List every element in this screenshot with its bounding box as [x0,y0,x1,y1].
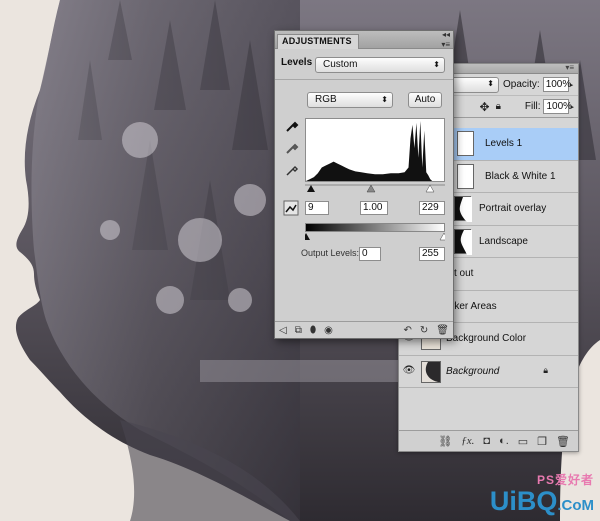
input-black-level[interactable]: 9 [305,201,329,215]
select-arrow-icon: ⬍ [381,95,388,104]
adjustments-panel: ADJUSTMENTS ◂◂ ▾≡ Levels Custom ⬍ RGB ⬍ … [274,30,454,339]
white-point-handle [425,184,435,193]
layer-mask-thumbnail[interactable] [457,131,474,156]
watermark-logo: UiBQ.CoM [490,488,594,519]
eyedropper-white-icon[interactable] [285,163,299,177]
collapse-icon[interactable]: ◂◂ [442,30,450,39]
adjustment-icon[interactable]: ◐. [499,435,509,447]
watermark-suffix: .CoM [557,497,594,514]
clip-to-layer-icon[interactable]: ⧉ [295,325,302,336]
layer-name: rker Areas [451,300,497,312]
on-image-adjust-icon[interactable] [283,200,299,216]
lock-icon: 🔒︎ [543,364,548,375]
output-levels-label: Output Levels: [301,248,360,258]
eyedropper-gray-icon[interactable] [285,141,299,155]
watermark-main: UiBQ [489,486,558,516]
refresh-icon[interactable]: ↻ [420,325,428,336]
channel-value: RGB [315,94,337,105]
link-icon[interactable]: ⛓ [438,435,452,448]
move-lock-icon[interactable]: ✥ [480,100,490,114]
fill-input[interactable]: 100% [543,99,572,114]
return-icon[interactable]: ◁ [279,325,287,336]
select-arrow-icon: ⬍ [487,78,494,88]
mask-icon[interactable]: ◘ [483,435,490,447]
layer-row-background[interactable]: 👁︎ Background 🔒︎ [399,355,578,388]
select-arrow-icon: ⬍ [433,60,440,69]
new-layer-icon[interactable]: ❐ [537,435,547,448]
black-point-handle [307,185,315,192]
gray-point-handle [366,184,376,193]
group-icon[interactable]: ▭ [518,435,528,448]
lock-all-icon[interactable]: 🔒︎ [496,101,501,112]
view-previous-icon[interactable]: ◉ [324,325,333,336]
eyedropper-black-icon[interactable] [285,119,299,133]
adjustments-titlebar[interactable]: ADJUSTMENTS ◂◂ ▾≡ [275,30,453,49]
output-black-level[interactable]: 0 [359,247,381,261]
layer-name: Portrait overlay [479,203,547,214]
portrait-photo-icon [422,361,440,382]
reset-icon[interactable]: ↶ [404,325,412,336]
layer-name: Background Color [446,333,527,344]
opacity-dropdown-icon[interactable]: ▸ [570,81,574,89]
fx-icon[interactable]: ƒx. [461,435,474,447]
panel-menu-icon[interactable]: ▾≡ [441,40,450,49]
divider [275,79,453,80]
preset-select[interactable]: Custom ⬍ [315,57,445,73]
layers-footer: ⛓ ƒx. ◘ ◐. ▭ ❐ 🗑︎ [399,430,578,451]
panel-menu-icon[interactable]: ▾≡ [565,63,574,72]
auto-button[interactable]: Auto [408,92,442,108]
preset-value: Custom [323,59,358,70]
tab-adjustments[interactable]: ADJUSTMENTS [277,34,359,49]
portrait-silhouette-icon [459,197,472,222]
output-levels-slider[interactable] [305,233,445,241]
input-levels-slider[interactable] [305,183,445,193]
watermark: PS爱好者 UiBQ.CoM [490,471,594,519]
visibility-eye-icon[interactable]: 👁︎ [402,365,416,377]
opacity-input[interactable]: 100% [542,77,571,92]
delete-icon[interactable]: 🗑︎ [436,325,449,336]
adjustment-type-label: Levels [281,57,313,68]
layer-mask-thumbnail[interactable] [457,163,474,189]
adjustments-footer: ◁ ⧉ ⬮ ◉ ↶ ↻ 🗑︎ [275,321,453,338]
fill-label: Fill: [524,101,541,112]
output-white-level[interactable]: 255 [419,247,445,261]
layer-thumbnail[interactable] [421,360,441,383]
layer-name: Black & White 1 [485,170,556,182]
histogram [305,118,445,182]
input-gamma-level[interactable]: 1.00 [360,201,388,215]
layer-thumbnail[interactable] [454,228,472,255]
layer-name: t out [454,268,474,279]
landscape-mask-icon [460,229,472,255]
fill-dropdown-icon[interactable]: ▸ [570,103,574,111]
visibility-icon[interactable]: ⬮ [310,325,316,336]
output-gradient-bar [305,223,445,232]
opacity-label: Opacity: [503,79,540,90]
trash-icon[interactable]: 🗑︎ [556,435,570,448]
layer-name: Background [446,365,500,377]
layer-thumbnail[interactable] [454,196,472,222]
input-white-level[interactable]: 229 [419,201,445,215]
layer-name: Levels 1 [485,138,523,149]
channel-select[interactable]: RGB ⬍ [307,92,393,108]
layer-name: Landscape [479,235,528,247]
